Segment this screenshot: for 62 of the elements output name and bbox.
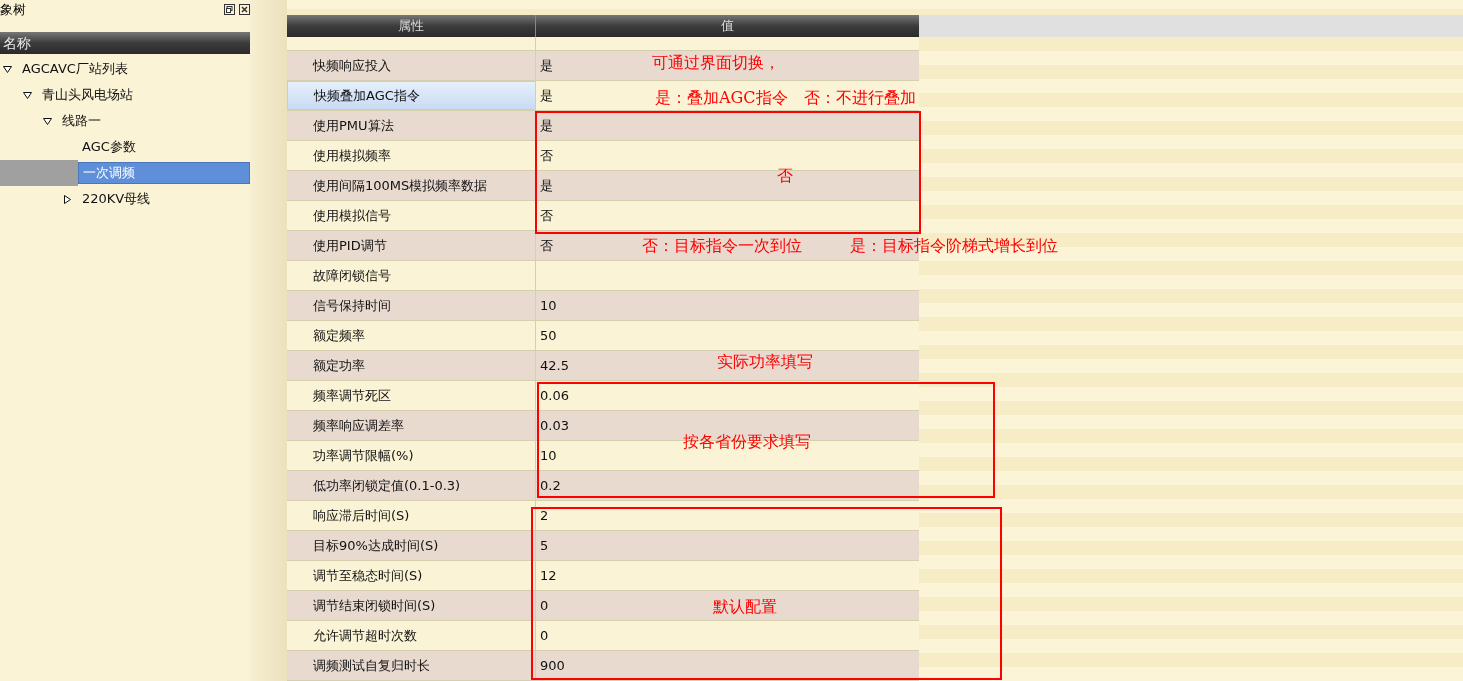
expanded-triangle-icon[interactable] xyxy=(43,116,52,126)
value-text[interactable]: 0.03 xyxy=(540,415,569,436)
tree-item[interactable]: 220KV母线 xyxy=(78,186,250,212)
property-cell[interactable]: 允许调节超时次数 xyxy=(287,621,536,650)
property-cell[interactable]: 调频测试自复归时长 xyxy=(287,651,536,680)
property-cell[interactable]: 使用模拟频率 xyxy=(287,141,536,170)
property-cell[interactable]: 快频叠加AGC指令 xyxy=(287,81,536,110)
expanded-triangle-icon[interactable] xyxy=(3,64,12,74)
tree-item[interactable]: 青山头风电场站 xyxy=(38,82,250,108)
value-text[interactable]: 否 xyxy=(540,145,553,166)
restore-icon[interactable] xyxy=(224,3,235,15)
property-cell[interactable]: 目标90%达成时间(S) xyxy=(287,531,536,560)
value-text[interactable]: 否 xyxy=(540,205,553,226)
property-cell[interactable]: 调节结束闭锁时间(S) xyxy=(287,591,536,620)
column-header[interactable]: 值 xyxy=(536,15,919,37)
value-text[interactable]: 10 xyxy=(540,295,557,316)
annotation-text: 实际功率填写 xyxy=(717,352,813,372)
property-cell[interactable]: 额定功率 xyxy=(287,351,536,380)
property-cell[interactable]: 使用PMU算法 xyxy=(287,111,536,140)
property-cell[interactable]: 使用PID调节 xyxy=(287,231,536,260)
property-cell[interactable]: 额定频率 xyxy=(287,321,536,350)
value-text[interactable]: 是 xyxy=(540,175,553,196)
value-text[interactable]: 10 xyxy=(540,445,557,466)
value-text[interactable]: 42.5 xyxy=(540,355,569,376)
property-cell[interactable]: 功率调节限幅(%) xyxy=(287,441,536,470)
value-text[interactable]: 否 xyxy=(540,235,553,256)
panel-title: 象树 xyxy=(0,2,26,16)
tree-item[interactable]: AGCAVC厂站列表 xyxy=(18,56,250,82)
value-text[interactable]: 0 xyxy=(540,625,549,646)
collapsed-triangle-icon[interactable] xyxy=(63,194,72,204)
property-cell[interactable]: 低功率闭锁定值(0.1-0.3) xyxy=(287,471,536,500)
property-cell[interactable]: 使用模拟信号 xyxy=(287,201,536,230)
annotation-text: 默认配置 xyxy=(713,597,777,617)
annotation-text: 按各省份要求填写 xyxy=(683,432,811,452)
value-text[interactable]: 2 xyxy=(540,505,549,526)
tree-item[interactable]: 线路一 xyxy=(58,108,250,134)
property-cell[interactable]: 频率调节死区 xyxy=(287,381,536,410)
value-text[interactable]: 50 xyxy=(540,325,557,346)
value-text[interactable]: 是 xyxy=(540,115,553,136)
property-cell[interactable]: 快频响应投入 xyxy=(287,51,536,80)
value-text[interactable]: 0 xyxy=(540,595,549,616)
value-text[interactable]: 12 xyxy=(540,565,557,586)
annotation-text: 否：目标指令一次到位 是：目标指令阶梯式增长到位 xyxy=(642,236,1058,256)
property-cell[interactable]: 频率响应调差率 xyxy=(287,411,536,440)
property-cell[interactable]: 调节至稳态时间(S) xyxy=(287,561,536,590)
tree-item[interactable]: AGC参数 xyxy=(78,134,250,160)
property-cell[interactable]: 使用间隔100MS模拟频率数据 xyxy=(287,171,536,200)
column-header: 名称 xyxy=(0,32,250,54)
annotation-text: 可通过界面切换， xyxy=(652,53,780,73)
value-text[interactable]: 5 xyxy=(540,535,549,556)
expanded-triangle-icon[interactable] xyxy=(23,90,32,100)
property-cell[interactable]: 信号保持时间 xyxy=(287,291,536,320)
value-text[interactable]: 900 xyxy=(540,655,565,676)
value-text[interactable]: 是 xyxy=(540,55,553,76)
value-text[interactable]: 0.06 xyxy=(540,385,569,406)
annotation-text: 否 xyxy=(777,166,793,186)
annotation-text: 是：叠加AGC指令 否：不进行叠加 xyxy=(655,88,916,108)
column-header[interactable]: 属性 xyxy=(287,15,536,37)
value-text[interactable]: 0.2 xyxy=(540,475,561,496)
property-cell[interactable]: 响应滞后时间(S) xyxy=(287,501,536,530)
value-text[interactable]: 是 xyxy=(540,85,553,106)
close-icon[interactable] xyxy=(239,3,250,15)
